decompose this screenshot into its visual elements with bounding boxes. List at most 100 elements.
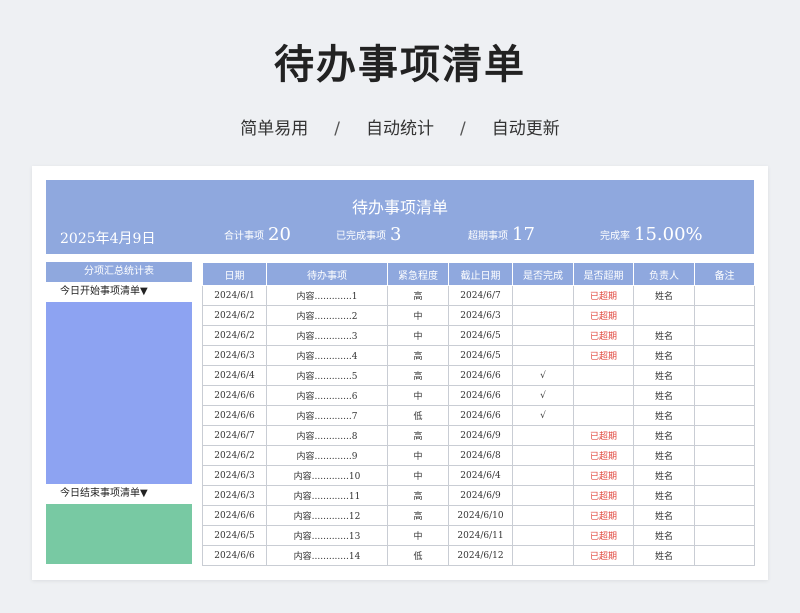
cell-note[interactable]: [694, 545, 755, 566]
cell-owner[interactable]: 姓名: [633, 285, 695, 306]
cell-done[interactable]: √: [512, 385, 574, 406]
cell-urgency[interactable]: 高: [387, 365, 449, 386]
cell-urgency[interactable]: 高: [387, 485, 449, 506]
cell-done[interactable]: [512, 325, 574, 346]
cell-overdue[interactable]: [573, 385, 634, 406]
cell-note[interactable]: [694, 465, 755, 486]
cell-owner[interactable]: 姓名: [633, 465, 695, 486]
cell-done[interactable]: √: [512, 405, 574, 426]
cell-date[interactable]: 2024/6/2: [202, 325, 267, 346]
cell-overdue[interactable]: 已超期: [573, 445, 634, 466]
cell-done[interactable]: [512, 525, 574, 546]
cell-owner[interactable]: 姓名: [633, 325, 695, 346]
cell-overdue[interactable]: 已超期: [573, 305, 634, 326]
cell-note[interactable]: [694, 305, 755, 326]
cell-overdue[interactable]: 已超期: [573, 525, 634, 546]
cell-item[interactable]: 内容.............4: [266, 345, 388, 366]
today-end-dropdown[interactable]: 今日结束事项清单▼: [46, 484, 192, 504]
cell-overdue[interactable]: [573, 365, 634, 386]
cell-date[interactable]: 2024/6/7: [202, 425, 267, 446]
cell-urgency[interactable]: 中: [387, 465, 449, 486]
cell-deadline[interactable]: 2024/6/5: [448, 325, 513, 346]
cell-deadline[interactable]: 2024/6/6: [448, 365, 513, 386]
cell-item[interactable]: 内容.............6: [266, 385, 388, 406]
cell-deadline[interactable]: 2024/6/3: [448, 305, 513, 326]
cell-done[interactable]: [512, 425, 574, 446]
cell-note[interactable]: [694, 525, 755, 546]
cell-deadline[interactable]: 2024/6/9: [448, 485, 513, 506]
cell-urgency[interactable]: 中: [387, 305, 449, 326]
cell-date[interactable]: 2024/6/3: [202, 345, 267, 366]
cell-date[interactable]: 2024/6/6: [202, 385, 267, 406]
cell-done[interactable]: [512, 445, 574, 466]
cell-item[interactable]: 内容.............12: [266, 505, 388, 526]
cell-urgency[interactable]: 高: [387, 345, 449, 366]
cell-deadline[interactable]: 2024/6/9: [448, 425, 513, 446]
cell-item[interactable]: 内容.............2: [266, 305, 388, 326]
cell-note[interactable]: [694, 405, 755, 426]
cell-date[interactable]: 2024/6/3: [202, 465, 267, 486]
cell-deadline[interactable]: 2024/6/5: [448, 345, 513, 366]
cell-deadline[interactable]: 2024/6/4: [448, 465, 513, 486]
cell-note[interactable]: [694, 425, 755, 446]
cell-overdue[interactable]: 已超期: [573, 545, 634, 566]
cell-note[interactable]: [694, 445, 755, 466]
cell-note[interactable]: [694, 345, 755, 366]
cell-urgency[interactable]: 高: [387, 425, 449, 446]
cell-owner[interactable]: 姓名: [633, 545, 695, 566]
cell-item[interactable]: 内容.............3: [266, 325, 388, 346]
cell-item[interactable]: 内容.............8: [266, 425, 388, 446]
cell-note[interactable]: [694, 365, 755, 386]
cell-owner[interactable]: 姓名: [633, 385, 695, 406]
cell-overdue[interactable]: 已超期: [573, 325, 634, 346]
cell-urgency[interactable]: 中: [387, 325, 449, 346]
cell-item[interactable]: 内容.............11: [266, 485, 388, 506]
cell-owner[interactable]: 姓名: [633, 445, 695, 466]
cell-overdue[interactable]: 已超期: [573, 505, 634, 526]
cell-done[interactable]: [512, 285, 574, 306]
cell-overdue[interactable]: [573, 405, 634, 426]
cell-date[interactable]: 2024/6/1: [202, 285, 267, 306]
cell-item[interactable]: 内容.............5: [266, 365, 388, 386]
cell-done[interactable]: [512, 345, 574, 366]
cell-owner[interactable]: 姓名: [633, 345, 695, 366]
cell-urgency[interactable]: 高: [387, 285, 449, 306]
cell-item[interactable]: 内容.............1: [266, 285, 388, 306]
cell-deadline[interactable]: 2024/6/12: [448, 545, 513, 566]
cell-urgency[interactable]: 中: [387, 445, 449, 466]
cell-done[interactable]: √: [512, 365, 574, 386]
cell-overdue[interactable]: 已超期: [573, 465, 634, 486]
cell-date[interactable]: 2024/6/6: [202, 545, 267, 566]
cell-deadline[interactable]: 2024/6/7: [448, 285, 513, 306]
cell-overdue[interactable]: 已超期: [573, 345, 634, 366]
cell-deadline[interactable]: 2024/6/8: [448, 445, 513, 466]
cell-owner[interactable]: 姓名: [633, 425, 695, 446]
cell-done[interactable]: [512, 505, 574, 526]
cell-note[interactable]: [694, 325, 755, 346]
cell-deadline[interactable]: 2024/6/11: [448, 525, 513, 546]
cell-owner[interactable]: [633, 305, 695, 326]
cell-deadline[interactable]: 2024/6/10: [448, 505, 513, 526]
cell-urgency[interactable]: 低: [387, 545, 449, 566]
cell-note[interactable]: [694, 285, 755, 306]
cell-note[interactable]: [694, 385, 755, 406]
cell-date[interactable]: 2024/6/3: [202, 485, 267, 506]
cell-note[interactable]: [694, 505, 755, 526]
cell-date[interactable]: 2024/6/2: [202, 445, 267, 466]
cell-overdue[interactable]: 已超期: [573, 285, 634, 306]
cell-item[interactable]: 内容.............10: [266, 465, 388, 486]
cell-owner[interactable]: 姓名: [633, 525, 695, 546]
cell-done[interactable]: [512, 485, 574, 506]
cell-done[interactable]: [512, 465, 574, 486]
cell-urgency[interactable]: 中: [387, 525, 449, 546]
cell-done[interactable]: [512, 545, 574, 566]
cell-owner[interactable]: 姓名: [633, 405, 695, 426]
cell-done[interactable]: [512, 305, 574, 326]
cell-note[interactable]: [694, 485, 755, 506]
cell-item[interactable]: 内容.............7: [266, 405, 388, 426]
today-start-dropdown[interactable]: 今日开始事项清单▼: [46, 282, 192, 302]
cell-date[interactable]: 2024/6/5: [202, 525, 267, 546]
cell-urgency[interactable]: 高: [387, 505, 449, 526]
cell-deadline[interactable]: 2024/6/6: [448, 405, 513, 426]
cell-date[interactable]: 2024/6/2: [202, 305, 267, 326]
